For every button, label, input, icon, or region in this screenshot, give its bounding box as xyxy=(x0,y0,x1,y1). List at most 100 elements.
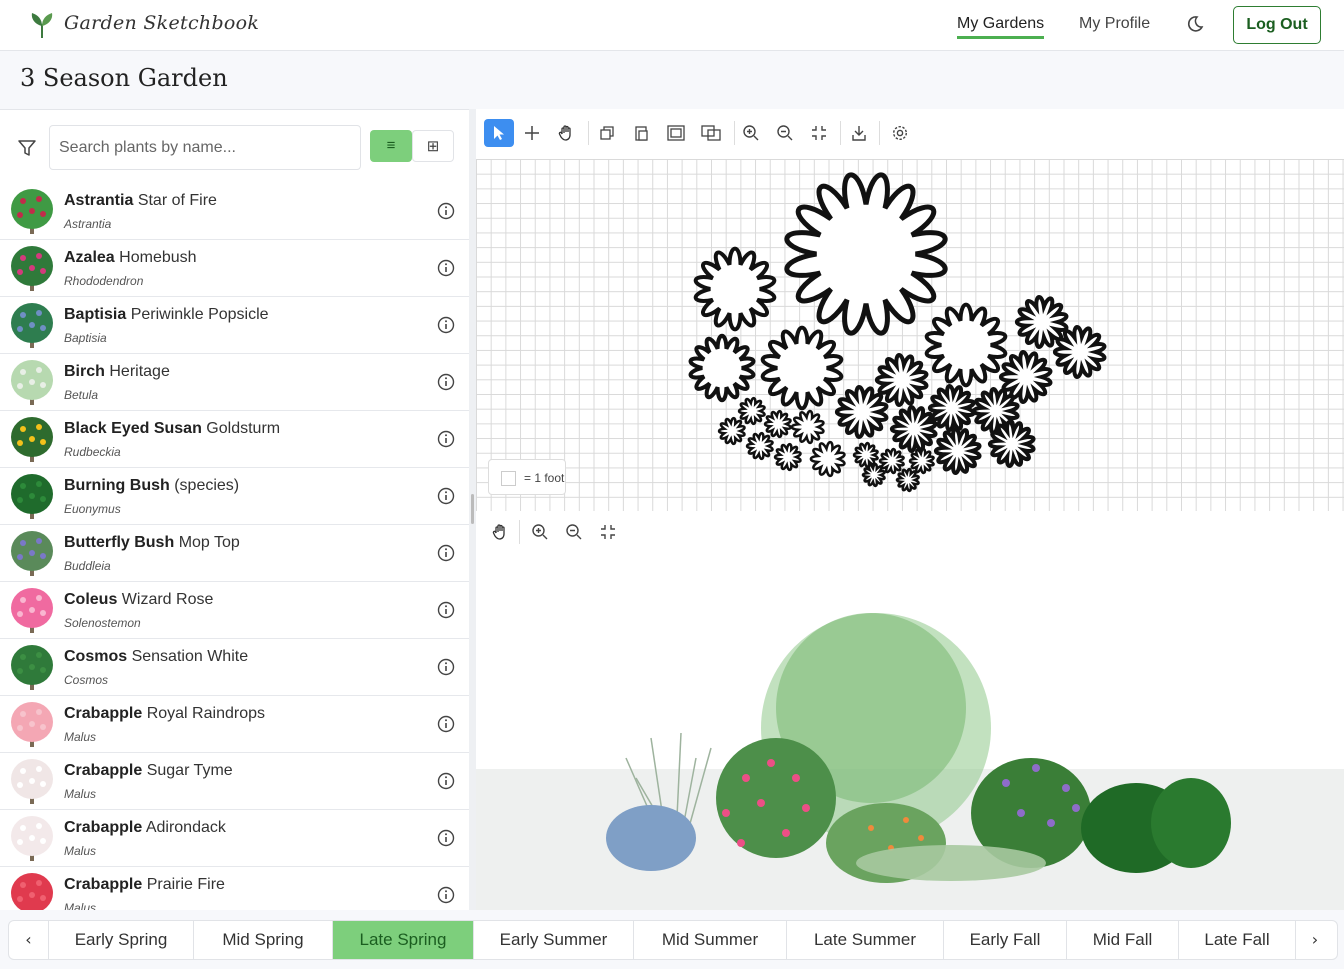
plant-variety: Sugar Tyme xyxy=(146,762,233,779)
nav-my-gardens[interactable]: My Gardens xyxy=(957,15,1045,39)
plant-list-item[interactable]: Butterfly Bush Mop Top Buddleia xyxy=(0,525,469,582)
plant-variety: Heritage xyxy=(109,363,170,380)
search-input[interactable] xyxy=(49,125,361,170)
pink-shrub-shape xyxy=(716,738,836,858)
preview-pan-button[interactable] xyxy=(486,518,514,546)
plant-symbol[interactable] xyxy=(874,353,929,407)
info-icon[interactable] xyxy=(437,715,455,733)
chevron-left-icon[interactable]: ‹ xyxy=(9,921,48,959)
zoom-in-button[interactable] xyxy=(736,119,766,147)
list-view-button[interactable]: ≡ xyxy=(370,130,412,162)
plant-symbol[interactable] xyxy=(878,447,905,475)
info-icon[interactable] xyxy=(437,430,455,448)
info-icon[interactable] xyxy=(437,544,455,562)
info-icon[interactable] xyxy=(437,487,455,505)
plant-common-genus: Black Eyed Susan xyxy=(64,420,202,437)
plan-plants[interactable] xyxy=(476,159,1344,511)
plant-symbol[interactable] xyxy=(933,427,982,476)
season-tab[interactable]: Early Summer xyxy=(473,921,633,959)
plant-list-item[interactable]: Cosmos Sensation White Cosmos xyxy=(0,639,469,696)
plant-name: Crabapple Sugar Tyme xyxy=(64,762,233,780)
copy-button[interactable] xyxy=(592,119,622,147)
hand-icon xyxy=(492,524,505,540)
elevation-illustration xyxy=(606,613,1231,883)
add-tool-button[interactable] xyxy=(517,119,547,147)
plant-list-item[interactable]: Azalea Homebush Rhododendron xyxy=(0,240,469,297)
season-tab[interactable]: Late Summer xyxy=(786,921,943,959)
preview-zoom-in-button[interactable] xyxy=(526,518,554,546)
plant-symbol[interactable] xyxy=(809,440,846,478)
filter-icon[interactable] xyxy=(17,138,37,158)
nav-my-profile[interactable]: My Profile xyxy=(1079,15,1150,33)
plant-symbol[interactable] xyxy=(908,447,935,475)
info-icon[interactable] xyxy=(437,601,455,619)
plant-symbol[interactable] xyxy=(924,302,1008,388)
plant-list-item[interactable]: Birch Heritage Betula xyxy=(0,354,469,411)
grid-view-button[interactable]: ⊞ xyxy=(412,130,454,162)
download-button[interactable] xyxy=(844,119,874,147)
plant-list-item[interactable]: Crabapple Adirondack Malus xyxy=(0,810,469,867)
plant-symbol[interactable] xyxy=(790,409,825,445)
plant-genus: Rudbeckia xyxy=(64,445,121,459)
plant-symbol[interactable] xyxy=(688,333,756,403)
paste-button[interactable] xyxy=(626,119,656,147)
info-icon[interactable] xyxy=(437,316,455,334)
download-icon xyxy=(852,126,866,141)
plant-symbol[interactable] xyxy=(784,172,948,336)
season-tab[interactable]: Late Fall xyxy=(1178,921,1295,959)
plant-list-item[interactable]: Crabapple Royal Raindrops Malus xyxy=(0,696,469,753)
plant-list-item[interactable]: Black Eyed Susan Goldsturm Rudbeckia xyxy=(0,411,469,468)
plant-list-item[interactable]: Crabapple Prairie Fire Malus xyxy=(0,867,469,910)
season-tab[interactable]: Mid Fall xyxy=(1066,921,1178,959)
plant-symbol[interactable] xyxy=(834,385,889,439)
preview-zoom-out-button[interactable] xyxy=(560,518,588,546)
season-tab[interactable]: Mid Summer xyxy=(633,921,786,959)
plant-symbol[interactable] xyxy=(895,467,920,493)
plant-thumbnail xyxy=(11,303,53,348)
elevation-preview[interactable] xyxy=(476,558,1344,910)
plant-variety: Wizard Rose xyxy=(121,591,214,608)
splitter-grip[interactable] xyxy=(471,494,474,524)
moon-icon[interactable] xyxy=(1185,14,1205,34)
plant-list-item[interactable]: Burning Bush (species) Euonymus xyxy=(0,468,469,525)
plant-list-item[interactable]: Astrantia Star of Fire Astrantia xyxy=(0,183,469,240)
plant-symbol[interactable] xyxy=(861,462,886,488)
info-icon[interactable] xyxy=(437,829,455,847)
plant-symbol[interactable] xyxy=(717,416,746,446)
app-title[interactable]: Garden Sketchbook xyxy=(64,12,259,34)
info-icon[interactable] xyxy=(437,259,455,277)
info-icon[interactable] xyxy=(437,658,455,676)
season-tab[interactable]: Late Spring xyxy=(332,921,473,959)
plant-symbol[interactable] xyxy=(763,409,792,439)
season-tab[interactable]: Mid Spring xyxy=(193,921,332,959)
settings-button[interactable] xyxy=(885,119,915,147)
info-icon[interactable] xyxy=(437,772,455,790)
preview-fit-button[interactable] xyxy=(594,518,622,546)
select-tool-button[interactable] xyxy=(484,119,514,147)
group-button[interactable] xyxy=(660,119,690,147)
info-icon[interactable] xyxy=(437,202,455,220)
info-icon[interactable] xyxy=(437,886,455,904)
plant-sidebar: ≡ ⊞ Astrantia Star of FireAstrantiaAzale… xyxy=(0,109,469,910)
season-tab[interactable]: Early Spring xyxy=(48,921,193,959)
plant-symbol[interactable] xyxy=(745,431,774,461)
plant-symbol[interactable] xyxy=(737,396,766,426)
pan-tool-button[interactable] xyxy=(551,119,581,147)
plant-symbol[interactable] xyxy=(693,246,777,332)
plan-grid[interactable]: = 1 foot xyxy=(476,159,1344,511)
plant-symbol[interactable] xyxy=(760,325,844,411)
logout-button[interactable]: Log Out xyxy=(1233,6,1321,44)
chevron-right-icon[interactable]: › xyxy=(1295,921,1334,959)
zoom-out-button[interactable] xyxy=(770,119,800,147)
ungroup-button[interactable] xyxy=(694,119,724,147)
plant-list-item[interactable]: Baptisia Periwinkle Popsicle Baptisia xyxy=(0,297,469,354)
plant-list-item[interactable]: Coleus Wizard Rose Solenostemon xyxy=(0,582,469,639)
season-tab[interactable]: Early Fall xyxy=(943,921,1066,959)
plant-symbol[interactable] xyxy=(889,405,938,454)
plant-list-item[interactable]: Crabapple Sugar Tyme Malus xyxy=(0,753,469,810)
info-icon[interactable] xyxy=(437,373,455,391)
fit-button[interactable] xyxy=(804,119,834,147)
plant-variety: (species) xyxy=(174,477,240,494)
plant-common-genus: Baptisia xyxy=(64,306,127,323)
plant-symbol[interactable] xyxy=(773,442,802,472)
